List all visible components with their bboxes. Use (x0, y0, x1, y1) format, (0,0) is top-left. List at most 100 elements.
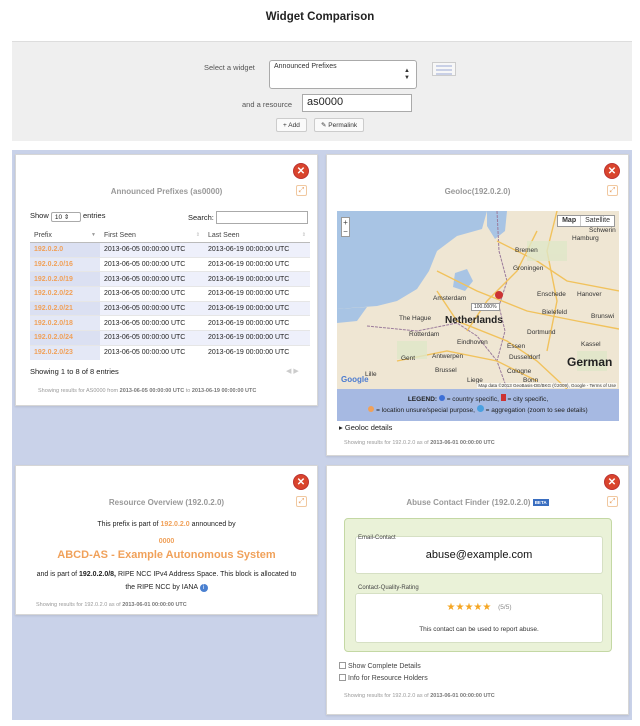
widget-select[interactable]: Announced Prefixes ▲ ▼ (269, 60, 417, 89)
email-contact-label: Email-Contact (358, 535, 396, 541)
map-city: Bremen (515, 247, 538, 254)
page-length-select[interactable]: 10 ⇕ (50, 212, 81, 222)
close-icon[interactable]: ✕ (604, 474, 620, 490)
col-first-seen[interactable]: First Seen ⇕ (100, 229, 204, 243)
info-icon[interactable]: i (199, 584, 208, 592)
sort-icon: ⇕ (301, 232, 306, 238)
map-city: Dusseldorf (509, 354, 541, 361)
map-city: Gent (401, 355, 416, 362)
map-legend: LEGEND: = country specific, = city speci… (337, 389, 619, 421)
table-row: 192.0.2.0/23 2013-06-05 00:00:00 UTC 2013-… (30, 344, 310, 360)
widget-title: Geoloc(192.0.2.0) (444, 187, 511, 196)
prefix-link[interactable]: 192.0.2.0/22 (30, 286, 100, 302)
zoom-in-button[interactable]: + (342, 218, 349, 227)
widget-toolbar: Select a widget Announced Prefixes ▲ ▼ a… (12, 41, 632, 141)
widget-select-value: Announced Prefixes (274, 63, 337, 70)
chevron-down-icon: ▼ (404, 75, 410, 81)
zoom-out-button[interactable]: − (342, 227, 349, 236)
geoloc-details-toggle[interactable]: ▸ Geoloc details (339, 423, 392, 432)
email-contact-box: Email-Contact abuse@example.com (355, 535, 603, 574)
map-city: Essen (507, 343, 526, 350)
overview-line-1: This prefix is part of 192.0.2.0 announc… (97, 521, 236, 528)
map-country: German (567, 355, 613, 369)
map-city: Antwerpen (432, 353, 464, 360)
table-row: 192.0.2.0/19 2013-06-05 00:00:00 UTC 2013-… (30, 271, 310, 287)
close-icon[interactable]: ✕ (293, 163, 309, 179)
map-city: Dortmund (527, 329, 556, 336)
quality-rating-box: Contact-Quality-Rating ★★★★★ (5/5) This … (355, 585, 603, 643)
abuse-contact-widget: ✕ ⤢ Abuse Contact Finder (192.0.2.0) BET… (326, 465, 629, 715)
permalink-button[interactable]: ✎ Permalink (314, 118, 365, 132)
map-type-satellite[interactable]: Satellite (581, 216, 614, 226)
show-details-checkbox[interactable]: Show Complete Details (339, 662, 421, 670)
map-city: Groningen (513, 265, 544, 272)
map-city: Hanover (577, 291, 602, 298)
map-city: Schwerin (589, 227, 616, 234)
map-city: Brunswi (591, 313, 615, 320)
prefix-link[interactable]: 192.0.2.0/21 (30, 300, 100, 316)
map-city: Amsterdam (433, 295, 467, 302)
map-city: Bielefeld (542, 309, 567, 316)
table-row: 192.0.2.0/22 2013-06-05 00:00:00 UTC 2013-… (30, 286, 310, 302)
close-icon[interactable]: ✕ (293, 474, 309, 490)
col-last-seen[interactable]: Last Seen ⇕ (204, 229, 310, 243)
map-city: Cologne (507, 368, 532, 375)
map-city: Hamburg (572, 235, 599, 242)
aggregation-marker-icon (476, 405, 484, 412)
star-icon: ★ (482, 602, 492, 613)
table-row: 192.0.2.0/16 2013-06-05 00:00:00 UTC 2013-… (30, 256, 310, 272)
prefixes-table: Prefix ▼ First Seen ⇕ Last Seen ⇕ 192.0.2.0… (30, 229, 310, 360)
prefix-link[interactable]: 192.0.2.0 (30, 242, 100, 258)
sort-icon: ⇕ (195, 232, 200, 238)
map-city: Eindhoven (457, 339, 488, 346)
table-row: 192.0.2.0/18 2013-06-05 00:00:00 UTC 2013-… (30, 315, 310, 331)
widget-title: Announced Prefixes (as0000) (110, 187, 223, 196)
prefix-link[interactable]: 192.0.2.0/18 (30, 315, 100, 331)
widget-footer: Showing results for 192.0.2.0 as of 2013… (36, 602, 187, 608)
close-icon[interactable]: ✕ (604, 163, 620, 179)
map-type-map[interactable]: Map (558, 216, 582, 226)
as-name[interactable]: ABCD-AS - Example Autonomous System (16, 549, 317, 561)
widget-preview-icon[interactable] (432, 62, 456, 76)
prefix-link[interactable]: 192.0.2.0/19 (30, 271, 100, 287)
map-type-toggle: Map Satellite (557, 215, 615, 227)
quality-rating-label: Contact-Quality-Rating (358, 585, 419, 591)
asn-link[interactable]: 0000 (16, 538, 317, 545)
zoom-control[interactable]: + − (341, 217, 350, 237)
prefix-link[interactable]: 192.0.2.0/24 (30, 330, 100, 346)
resource-input[interactable]: as0000 (302, 94, 412, 112)
widget-footer: Showing results for AS0000 from 2013-06-… (38, 388, 257, 394)
add-button[interactable]: + Add (276, 118, 307, 132)
resource-holders-checkbox[interactable]: Info for Resource Holders (339, 674, 428, 682)
abuse-email[interactable]: abuse@example.com (356, 549, 602, 561)
table-row: 192.0.2.0/21 2013-06-05 00:00:00 UTC 2013-… (30, 300, 310, 316)
map-city: Rotterdam (409, 331, 440, 338)
google-logo: Google (341, 375, 369, 384)
prefix-link[interactable]: 192.0.2.0/16 (30, 256, 100, 272)
map-country: Netherlands (445, 315, 503, 326)
overview-line-2: and is part of 192.0.2.0/8, RIPE NCC IPv… (36, 571, 297, 578)
geoloc-widget: ✕ ⤢ Geoloc(192.0.2.0) + − Map Satellite … (326, 154, 629, 456)
table-row: 192.0.2.0/24 2013-06-05 00:00:00 UTC 2013-… (30, 330, 310, 346)
prefix-link[interactable]: 192.0.2.0/23 (30, 344, 100, 360)
chevron-up-icon: ▲ (404, 68, 410, 74)
geoloc-map[interactable]: + − Map Satellite 100.000% Amsterdam Hamb… (337, 211, 619, 389)
search-input[interactable] (216, 211, 308, 224)
city-marker-icon (500, 394, 506, 401)
col-prefix[interactable]: Prefix ▼ (30, 229, 100, 243)
widget-title: Resource Overview (192.0.2.0) (108, 498, 225, 507)
table-info: Showing 1 to 8 of 8 entries (30, 367, 119, 376)
prefix-link[interactable]: 192.0.2.0 (160, 521, 189, 528)
map-city: Brussel (435, 367, 457, 374)
overview-line-3: the RIPE NCC by IANA i (16, 584, 317, 592)
map-city: The Hague (399, 315, 432, 322)
pagination[interactable]: ◀ ▶ (286, 367, 299, 375)
page-title: Widget Comparison (265, 11, 375, 23)
table-row: 192.0.2.0 2013-06-05 00:00:00 UTC 2013-06-… (30, 242, 310, 258)
map-marker-icon[interactable] (495, 291, 503, 299)
unsure-marker-icon (368, 406, 375, 412)
resource-overview-widget: ✕ ⤢ Resource Overview (192.0.2.0) This p… (15, 465, 318, 615)
widget-footer: Showing results for 192.0.2.0 as of 2013… (344, 693, 495, 699)
beta-badge: BETA (532, 499, 549, 506)
sort-icon: ▼ (91, 232, 96, 238)
